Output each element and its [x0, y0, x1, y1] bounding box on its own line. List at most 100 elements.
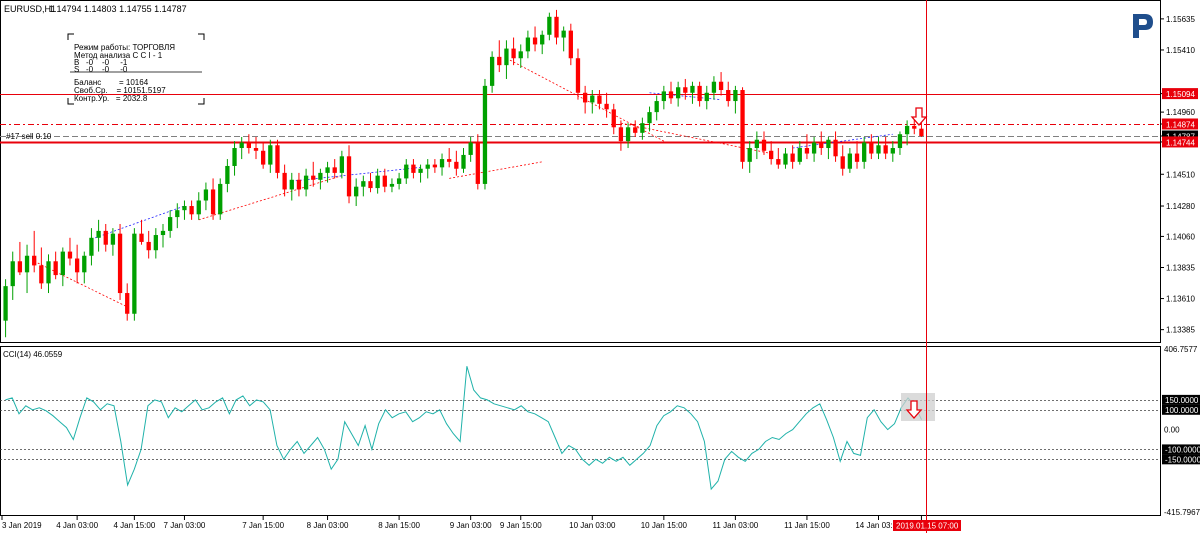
- candle-body: [246, 142, 251, 149]
- candle-body: [489, 56, 495, 86]
- candle-body: [24, 255, 30, 273]
- candle-body: [203, 189, 209, 201]
- time-axis-label: 10 Jan 15:00: [641, 521, 688, 530]
- candle-body: [339, 156, 345, 173]
- time-axis-label: 8 Jan 03:00: [307, 521, 349, 530]
- candle-body: [461, 154, 466, 169]
- ohlc-label: 1.14794 1.14803 1.14755 1.14787: [49, 4, 187, 14]
- candle-body: [797, 148, 802, 162]
- candle-body: [869, 142, 874, 154]
- candle-body: [153, 235, 158, 251]
- candle-body: [726, 90, 731, 102]
- time-axis-label: 10 Jan 03:00: [569, 521, 616, 530]
- candle-body: [32, 255, 37, 266]
- candle-body: [361, 181, 366, 187]
- chart-canvas[interactable]: EURUSD,H1 1.14794 1.14803 1.14755 1.1478…: [0, 0, 1200, 533]
- candle-body: [210, 189, 216, 215]
- cci-axis-label: -415.7967: [1164, 508, 1200, 517]
- candle-body: [497, 56, 502, 66]
- candle-body: [475, 142, 480, 184]
- candle-body: [811, 142, 817, 154]
- candle-body: [268, 145, 273, 165]
- candle-body: [769, 150, 774, 160]
- candle-body: [840, 156, 845, 169]
- candle-body: [554, 16, 559, 38]
- candle-body: [611, 109, 616, 128]
- candle-body: [46, 261, 51, 284]
- candle-body: [468, 142, 473, 155]
- cci-axis-label: 406.7577: [1164, 345, 1198, 354]
- candle-body: [17, 261, 23, 273]
- time-axis-label: 9 Jan 15:00: [500, 521, 542, 530]
- candle-body: [783, 153, 788, 165]
- candle-body: [110, 233, 116, 245]
- candle-body: [368, 181, 373, 189]
- cci-axis[interactable]: 406.7577 150.0000100.0000 0.00 -100.0000-15…: [1162, 345, 1200, 517]
- candle-body: [776, 159, 781, 165]
- candle-body: [790, 153, 795, 162]
- candle-body: [854, 153, 860, 162]
- candle-body: [439, 159, 445, 168]
- candle-body: [683, 87, 688, 93]
- candle-body: [661, 91, 666, 102]
- info-line-sell: S -0 -0 -0: [74, 65, 128, 74]
- candle-body: [912, 125, 917, 129]
- candle-body: [625, 127, 631, 142]
- candle-body: [132, 233, 137, 314]
- candle-body: [862, 142, 867, 162]
- time-axis-label: 4 Jan 03:00: [56, 521, 98, 530]
- candle-body: [454, 161, 459, 169]
- candle-body: [289, 179, 294, 190]
- candle-body: [482, 85, 488, 184]
- price-axis-label: 1.15635: [1166, 15, 1195, 24]
- candle-body: [354, 186, 359, 197]
- candle-body: [389, 183, 395, 187]
- candle-body: [10, 261, 15, 287]
- candle-body: [74, 258, 80, 273]
- candle-body: [318, 172, 323, 180]
- candle-body: [232, 148, 237, 166]
- time-axis[interactable]: 3 Jan 2019 4 Jan 03:00 4 Jan 15:00 7 Jan 03…: [1, 516, 961, 531]
- candle-body: [39, 265, 44, 284]
- price-axis[interactable]: 1.15635 1.15410 1.15094 1.14960 1.14874 1.147…: [1160, 15, 1198, 335]
- price-axis-label: 1.14060: [1166, 232, 1195, 241]
- candle-body: [690, 85, 695, 93]
- candle-body: [82, 255, 87, 273]
- time-axis-label: 11 Jan 03:00: [713, 521, 759, 530]
- candle-body: [676, 87, 681, 99]
- candle-body: [833, 139, 838, 157]
- candle-body: [804, 148, 810, 154]
- candle-body: [668, 91, 674, 99]
- candle-body: [404, 164, 409, 179]
- cci-axis-label: 100.0000: [1165, 406, 1199, 415]
- price-axis-label: 1.14280: [1166, 202, 1195, 211]
- candle-body: [411, 164, 416, 173]
- candle-body: [311, 175, 316, 180]
- candle-body: [396, 178, 402, 184]
- price-axis-label: 1.14874: [1166, 120, 1195, 129]
- price-axis-label: 1.13385: [1166, 326, 1195, 335]
- candle-body: [747, 148, 752, 162]
- candle-body: [3, 286, 8, 321]
- indicator-label: CCI(14) 46.0559: [3, 350, 63, 359]
- candle-body: [654, 101, 659, 113]
- candle-body: [218, 183, 223, 215]
- candle-body: [718, 81, 724, 91]
- candle-body: [919, 128, 924, 137]
- candle-body: [447, 159, 452, 162]
- candle-body: [160, 230, 166, 236]
- indicator-pane-frame: [0, 346, 1161, 516]
- candle-body: [697, 85, 702, 102]
- order-label: #17 sell 0.10: [6, 132, 52, 141]
- candle-body: [117, 233, 123, 294]
- candle-body: [225, 165, 230, 184]
- candle-body: [146, 241, 151, 251]
- candle-body: [733, 90, 738, 102]
- candle-body: [103, 230, 108, 245]
- time-axis-label: 8 Jan 15:00: [378, 521, 420, 530]
- candle-body: [897, 134, 903, 149]
- candle-body: [640, 123, 645, 133]
- info-line-control-level: Контр.Ур. = 2032.8: [74, 94, 148, 103]
- candle-body: [511, 48, 516, 59]
- candle-body: [196, 200, 201, 215]
